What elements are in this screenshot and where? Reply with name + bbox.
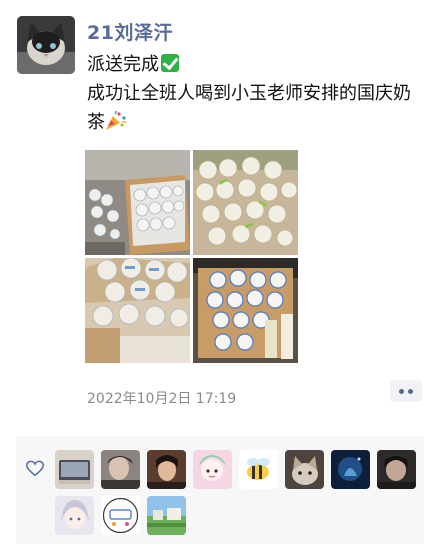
post-photo-3[interactable] — [85, 258, 190, 363]
liker-avatar-1[interactable] — [55, 450, 94, 489]
heart-outline-icon — [26, 460, 44, 477]
dot — [399, 388, 404, 394]
liker-avatar-4[interactable] — [193, 450, 232, 489]
author-avatar[interactable] — [17, 16, 75, 74]
liker-avatar-2[interactable] — [101, 450, 140, 489]
post-photo-4[interactable] — [193, 258, 298, 363]
post-line-2: 成功让全班人喝到小玉老师安排的国庆奶茶 — [87, 83, 411, 133]
author-name[interactable]: 21刘泽汗 — [87, 18, 173, 45]
liker-avatar-6[interactable] — [285, 450, 324, 489]
liker-avatar-7[interactable] — [331, 450, 370, 489]
post-photo-2[interactable] — [193, 150, 298, 255]
more-dots-icon[interactable] — [390, 380, 422, 402]
post-line-1: 派送完成 — [87, 54, 159, 75]
liker-avatar-9[interactable] — [55, 496, 94, 535]
post-photo-1[interactable] — [85, 150, 190, 255]
party-popper-emoji-icon — [106, 111, 127, 130]
liker-avatar-5[interactable] — [239, 450, 278, 489]
post-text: 派送完成 成功让全班人喝到小玉老师安排的国庆奶茶 — [87, 50, 422, 137]
dot — [408, 388, 413, 394]
liker-avatar-10[interactable] — [101, 496, 140, 535]
check-mark-button-emoji-icon — [161, 54, 179, 72]
liker-avatar-8[interactable] — [377, 450, 416, 489]
post-timestamp: 2022年10月2日 17:19 — [87, 391, 237, 407]
liker-avatar-11[interactable] — [147, 496, 186, 535]
liker-avatar-3[interactable] — [147, 450, 186, 489]
likes-panel — [16, 436, 424, 544]
